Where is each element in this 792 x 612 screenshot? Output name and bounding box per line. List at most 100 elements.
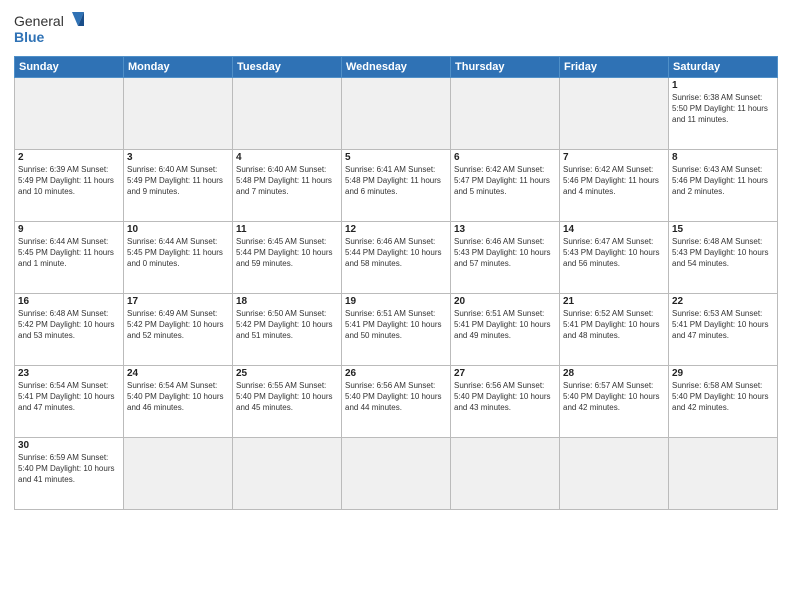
day-info: Sunrise: 6:50 AM Sunset: 5:42 PM Dayligh… bbox=[236, 308, 338, 342]
day-number: 24 bbox=[127, 368, 229, 379]
calendar-cell: 17Sunrise: 6:49 AM Sunset: 5:42 PM Dayli… bbox=[124, 294, 233, 366]
calendar-cell: 16Sunrise: 6:48 AM Sunset: 5:42 PM Dayli… bbox=[15, 294, 124, 366]
calendar-cell: 21Sunrise: 6:52 AM Sunset: 5:41 PM Dayli… bbox=[560, 294, 669, 366]
day-info: Sunrise: 6:52 AM Sunset: 5:41 PM Dayligh… bbox=[563, 308, 665, 342]
calendar-cell: 19Sunrise: 6:51 AM Sunset: 5:41 PM Dayli… bbox=[342, 294, 451, 366]
calendar-cell: 10Sunrise: 6:44 AM Sunset: 5:45 PM Dayli… bbox=[124, 222, 233, 294]
calendar-cell: 4Sunrise: 6:40 AM Sunset: 5:48 PM Daylig… bbox=[233, 150, 342, 222]
day-number: 2 bbox=[18, 152, 120, 163]
calendar-cell bbox=[560, 438, 669, 510]
calendar-cell bbox=[451, 438, 560, 510]
day-number: 1 bbox=[672, 80, 774, 91]
day-number: 12 bbox=[345, 224, 447, 235]
day-info: Sunrise: 6:56 AM Sunset: 5:40 PM Dayligh… bbox=[345, 380, 447, 414]
day-info: Sunrise: 6:45 AM Sunset: 5:44 PM Dayligh… bbox=[236, 236, 338, 270]
day-number: 18 bbox=[236, 296, 338, 307]
calendar-cell: 12Sunrise: 6:46 AM Sunset: 5:44 PM Dayli… bbox=[342, 222, 451, 294]
day-number: 28 bbox=[563, 368, 665, 379]
day-number: 7 bbox=[563, 152, 665, 163]
calendar-cell: 1Sunrise: 6:38 AM Sunset: 5:50 PM Daylig… bbox=[669, 78, 778, 150]
calendar-cell: 14Sunrise: 6:47 AM Sunset: 5:43 PM Dayli… bbox=[560, 222, 669, 294]
day-info: Sunrise: 6:44 AM Sunset: 5:45 PM Dayligh… bbox=[18, 236, 120, 270]
calendar-cell: 2Sunrise: 6:39 AM Sunset: 5:49 PM Daylig… bbox=[15, 150, 124, 222]
calendar-cell: 25Sunrise: 6:55 AM Sunset: 5:40 PM Dayli… bbox=[233, 366, 342, 438]
header: General Blue bbox=[14, 10, 778, 50]
day-info: Sunrise: 6:40 AM Sunset: 5:49 PM Dayligh… bbox=[127, 164, 229, 198]
generalblue-logo-icon: General Blue bbox=[14, 10, 84, 50]
day-info: Sunrise: 6:58 AM Sunset: 5:40 PM Dayligh… bbox=[672, 380, 774, 414]
calendar-cell: 22Sunrise: 6:53 AM Sunset: 5:41 PM Dayli… bbox=[669, 294, 778, 366]
calendar-cell: 26Sunrise: 6:56 AM Sunset: 5:40 PM Dayli… bbox=[342, 366, 451, 438]
day-number: 27 bbox=[454, 368, 556, 379]
day-info: Sunrise: 6:51 AM Sunset: 5:41 PM Dayligh… bbox=[454, 308, 556, 342]
calendar-cell: 3Sunrise: 6:40 AM Sunset: 5:49 PM Daylig… bbox=[124, 150, 233, 222]
logo: General Blue bbox=[14, 10, 84, 50]
day-info: Sunrise: 6:39 AM Sunset: 5:49 PM Dayligh… bbox=[18, 164, 120, 198]
calendar-cell bbox=[560, 78, 669, 150]
calendar-cell: 30Sunrise: 6:59 AM Sunset: 5:40 PM Dayli… bbox=[15, 438, 124, 510]
day-number: 5 bbox=[345, 152, 447, 163]
day-info: Sunrise: 6:48 AM Sunset: 5:42 PM Dayligh… bbox=[18, 308, 120, 342]
day-number: 4 bbox=[236, 152, 338, 163]
calendar-cell: 7Sunrise: 6:42 AM Sunset: 5:46 PM Daylig… bbox=[560, 150, 669, 222]
day-number: 16 bbox=[18, 296, 120, 307]
day-info: Sunrise: 6:56 AM Sunset: 5:40 PM Dayligh… bbox=[454, 380, 556, 414]
calendar-cell: 18Sunrise: 6:50 AM Sunset: 5:42 PM Dayli… bbox=[233, 294, 342, 366]
weekday-header-tuesday: Tuesday bbox=[233, 57, 342, 78]
day-number: 25 bbox=[236, 368, 338, 379]
day-info: Sunrise: 6:41 AM Sunset: 5:48 PM Dayligh… bbox=[345, 164, 447, 198]
calendar-body: 1Sunrise: 6:38 AM Sunset: 5:50 PM Daylig… bbox=[15, 78, 778, 510]
day-number: 13 bbox=[454, 224, 556, 235]
calendar-cell: 27Sunrise: 6:56 AM Sunset: 5:40 PM Dayli… bbox=[451, 366, 560, 438]
day-number: 17 bbox=[127, 296, 229, 307]
svg-text:General: General bbox=[14, 13, 64, 29]
day-number: 30 bbox=[18, 440, 120, 451]
calendar-cell bbox=[15, 78, 124, 150]
calendar-cell: 28Sunrise: 6:57 AM Sunset: 5:40 PM Dayli… bbox=[560, 366, 669, 438]
calendar-cell: 9Sunrise: 6:44 AM Sunset: 5:45 PM Daylig… bbox=[15, 222, 124, 294]
day-info: Sunrise: 6:48 AM Sunset: 5:43 PM Dayligh… bbox=[672, 236, 774, 270]
weekday-row: SundayMondayTuesdayWednesdayThursdayFrid… bbox=[15, 57, 778, 78]
weekday-header-sunday: Sunday bbox=[15, 57, 124, 78]
day-info: Sunrise: 6:54 AM Sunset: 5:41 PM Dayligh… bbox=[18, 380, 120, 414]
day-info: Sunrise: 6:54 AM Sunset: 5:40 PM Dayligh… bbox=[127, 380, 229, 414]
calendar: SundayMondayTuesdayWednesdayThursdayFrid… bbox=[14, 56, 778, 510]
svg-text:Blue: Blue bbox=[14, 29, 45, 45]
day-info: Sunrise: 6:55 AM Sunset: 5:40 PM Dayligh… bbox=[236, 380, 338, 414]
calendar-cell bbox=[124, 438, 233, 510]
day-number: 9 bbox=[18, 224, 120, 235]
weekday-header-monday: Monday bbox=[124, 57, 233, 78]
week-row-4: 16Sunrise: 6:48 AM Sunset: 5:42 PM Dayli… bbox=[15, 294, 778, 366]
calendar-cell: 11Sunrise: 6:45 AM Sunset: 5:44 PM Dayli… bbox=[233, 222, 342, 294]
calendar-cell bbox=[233, 438, 342, 510]
day-info: Sunrise: 6:38 AM Sunset: 5:50 PM Dayligh… bbox=[672, 92, 774, 126]
day-info: Sunrise: 6:40 AM Sunset: 5:48 PM Dayligh… bbox=[236, 164, 338, 198]
day-number: 6 bbox=[454, 152, 556, 163]
calendar-cell: 15Sunrise: 6:48 AM Sunset: 5:43 PM Dayli… bbox=[669, 222, 778, 294]
day-number: 23 bbox=[18, 368, 120, 379]
calendar-cell bbox=[124, 78, 233, 150]
weekday-header-wednesday: Wednesday bbox=[342, 57, 451, 78]
calendar-cell: 5Sunrise: 6:41 AM Sunset: 5:48 PM Daylig… bbox=[342, 150, 451, 222]
week-row-3: 9Sunrise: 6:44 AM Sunset: 5:45 PM Daylig… bbox=[15, 222, 778, 294]
day-info: Sunrise: 6:44 AM Sunset: 5:45 PM Dayligh… bbox=[127, 236, 229, 270]
day-info: Sunrise: 6:47 AM Sunset: 5:43 PM Dayligh… bbox=[563, 236, 665, 270]
day-number: 3 bbox=[127, 152, 229, 163]
calendar-cell: 13Sunrise: 6:46 AM Sunset: 5:43 PM Dayli… bbox=[451, 222, 560, 294]
day-info: Sunrise: 6:53 AM Sunset: 5:41 PM Dayligh… bbox=[672, 308, 774, 342]
calendar-cell bbox=[233, 78, 342, 150]
calendar-cell bbox=[669, 438, 778, 510]
day-number: 26 bbox=[345, 368, 447, 379]
weekday-header-thursday: Thursday bbox=[451, 57, 560, 78]
calendar-cell: 23Sunrise: 6:54 AM Sunset: 5:41 PM Dayli… bbox=[15, 366, 124, 438]
day-info: Sunrise: 6:59 AM Sunset: 5:40 PM Dayligh… bbox=[18, 452, 120, 486]
day-number: 11 bbox=[236, 224, 338, 235]
calendar-cell: 24Sunrise: 6:54 AM Sunset: 5:40 PM Dayli… bbox=[124, 366, 233, 438]
day-number: 21 bbox=[563, 296, 665, 307]
calendar-cell bbox=[342, 438, 451, 510]
day-info: Sunrise: 6:46 AM Sunset: 5:43 PM Dayligh… bbox=[454, 236, 556, 270]
day-info: Sunrise: 6:49 AM Sunset: 5:42 PM Dayligh… bbox=[127, 308, 229, 342]
day-number: 10 bbox=[127, 224, 229, 235]
day-info: Sunrise: 6:57 AM Sunset: 5:40 PM Dayligh… bbox=[563, 380, 665, 414]
calendar-cell: 6Sunrise: 6:42 AM Sunset: 5:47 PM Daylig… bbox=[451, 150, 560, 222]
